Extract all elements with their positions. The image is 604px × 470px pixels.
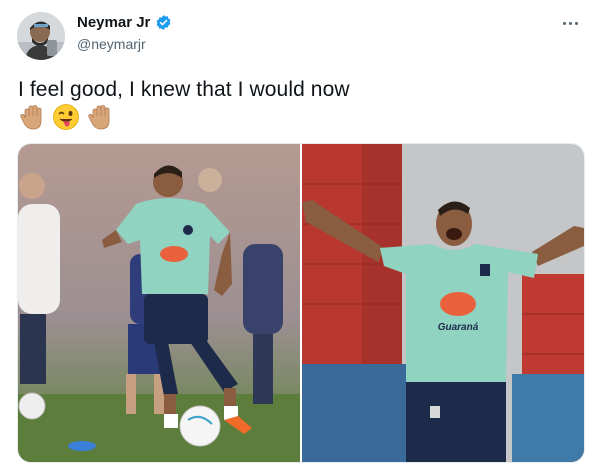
media-grid: Guaraná: [17, 143, 585, 463]
tweet-photo-2[interactable]: Guaraná: [302, 144, 584, 462]
raised-hand-emoji-icon: [86, 103, 114, 131]
tweet-photo-1[interactable]: [18, 144, 300, 462]
more-options-icon[interactable]: [556, 13, 584, 33]
winking-face-with-tongue-emoji-icon: [52, 103, 80, 131]
tweet-text: I feel good, I knew that I would now: [18, 78, 350, 101]
raised-hand-emoji-icon: [18, 103, 46, 131]
photo-2-sponsor-label: Guaraná: [438, 322, 479, 333]
verified-badge-icon: [155, 14, 172, 31]
emoji-row: [18, 103, 114, 131]
tweet-card: Neymar Jr @neymarjr I feel good, I knew …: [0, 0, 604, 470]
avatar[interactable]: [17, 12, 65, 60]
author-name-row: Neymar Jr: [77, 14, 172, 31]
display-name[interactable]: Neymar Jr: [77, 14, 150, 31]
author-handle[interactable]: @neymarjr: [77, 36, 146, 52]
